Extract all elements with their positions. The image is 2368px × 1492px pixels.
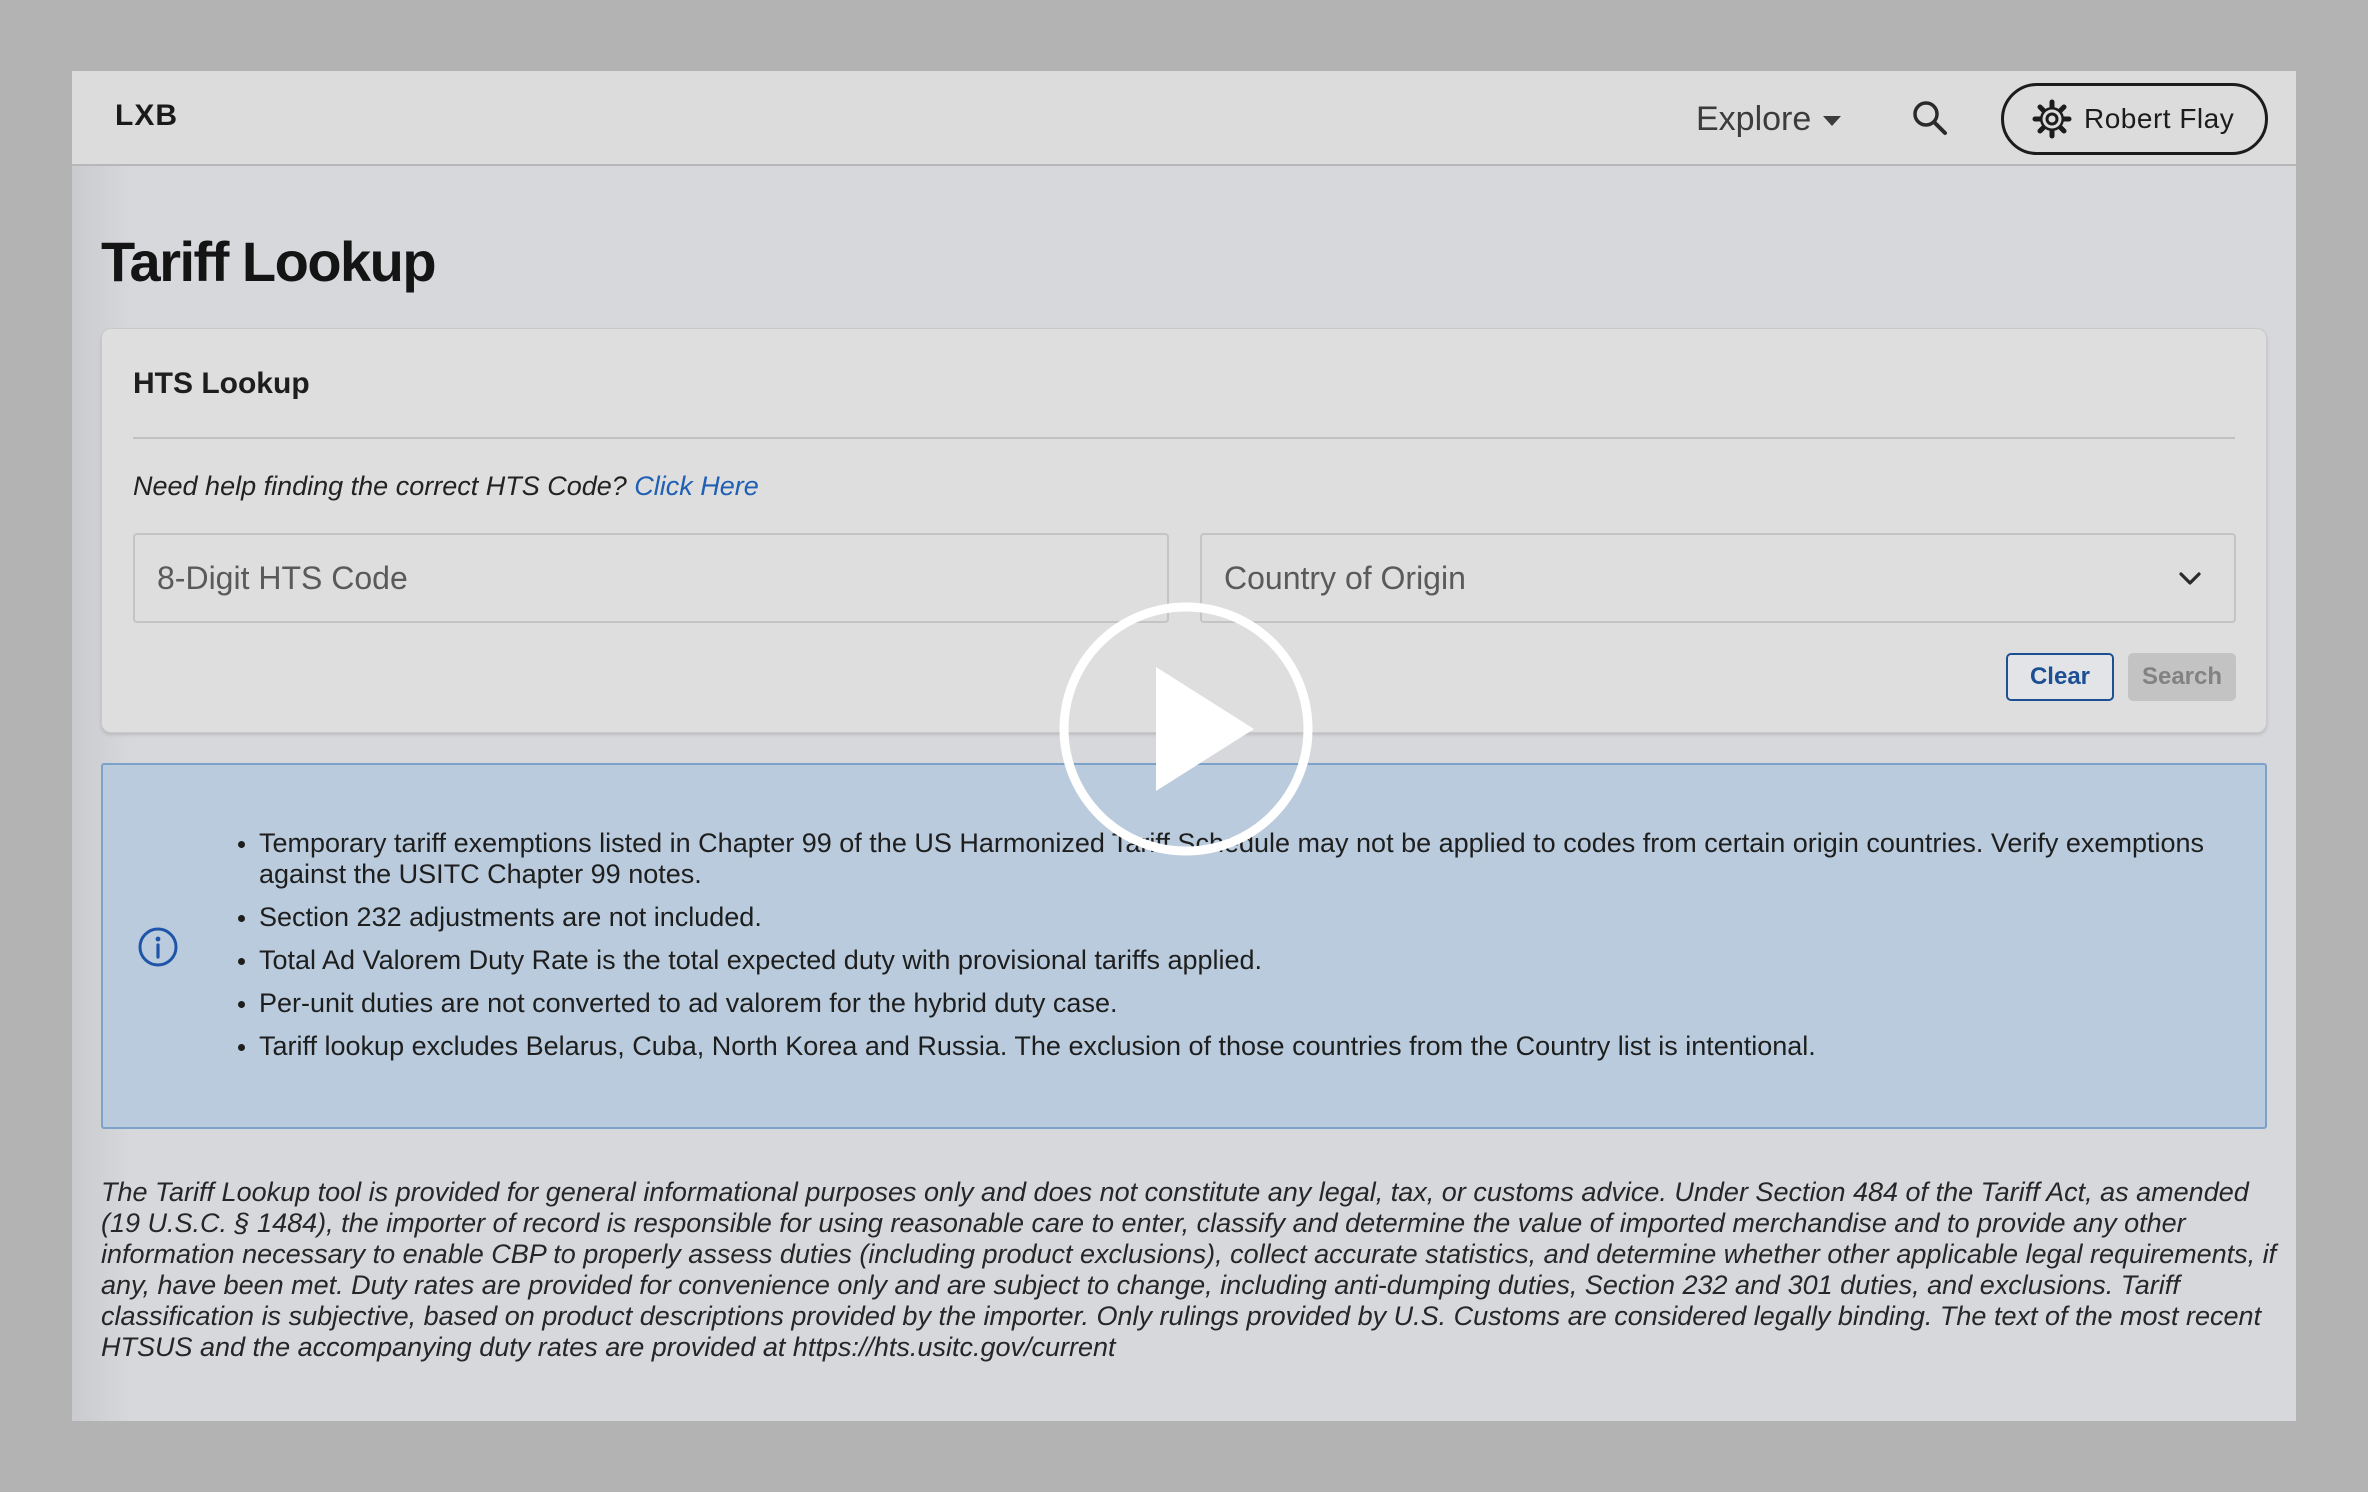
notes-list: Temporary tariff exemptions listed in Ch… <box>236 828 2246 1074</box>
user-menu-button[interactable]: Robert Flay <box>2001 83 2268 155</box>
search-icon <box>1913 101 1947 135</box>
list-item: Per-unit duties are not converted to ad … <box>236 988 2246 1019</box>
logo[interactable]: LXB <box>115 99 178 133</box>
help-text: Need help finding the correct HTS Code? … <box>133 471 759 502</box>
help-link[interactable]: Click Here <box>634 471 759 501</box>
divider <box>133 437 2235 439</box>
explore-menu[interactable]: Explore <box>1696 96 1842 142</box>
search-button[interactable] <box>1910 98 1950 138</box>
list-item: Section 232 adjustments are not included… <box>236 902 2246 933</box>
search-submit-button[interactable]: Search <box>2128 653 2236 701</box>
play-icon <box>1059 602 1313 856</box>
hts-code-input[interactable]: 8-Digit HTS Code <box>133 533 1169 623</box>
caret-down-icon <box>1823 116 1842 126</box>
gear-icon <box>2032 99 2072 139</box>
explore-label: Explore <box>1696 99 1812 138</box>
disclaimer-text: The Tariff Lookup tool is provided for g… <box>101 1177 2277 1362</box>
list-item: Tariff lookup excludes Belarus, Cuba, No… <box>236 1031 2246 1062</box>
help-question: Need help finding the correct HTS Code? <box>133 471 627 501</box>
country-of-origin-select[interactable]: Country of Origin <box>1200 533 2236 623</box>
user-name: Robert Flay <box>2084 103 2235 134</box>
country-placeholder: Country of Origin <box>1224 559 1466 596</box>
list-item: Total Ad Valorem Duty Rate is the total … <box>236 945 2246 976</box>
page-title: Tariff Lookup <box>101 230 437 293</box>
card-title: HTS Lookup <box>133 367 310 400</box>
clear-button[interactable]: Clear <box>2006 653 2114 701</box>
hts-code-placeholder: 8-Digit HTS Code <box>157 559 408 596</box>
info-icon <box>138 927 178 967</box>
chevron-down-icon <box>2179 572 2201 585</box>
top-navigation-bar: LXB Explore Robert Flay <box>72 71 2296 166</box>
play-button[interactable] <box>1058 601 1314 857</box>
